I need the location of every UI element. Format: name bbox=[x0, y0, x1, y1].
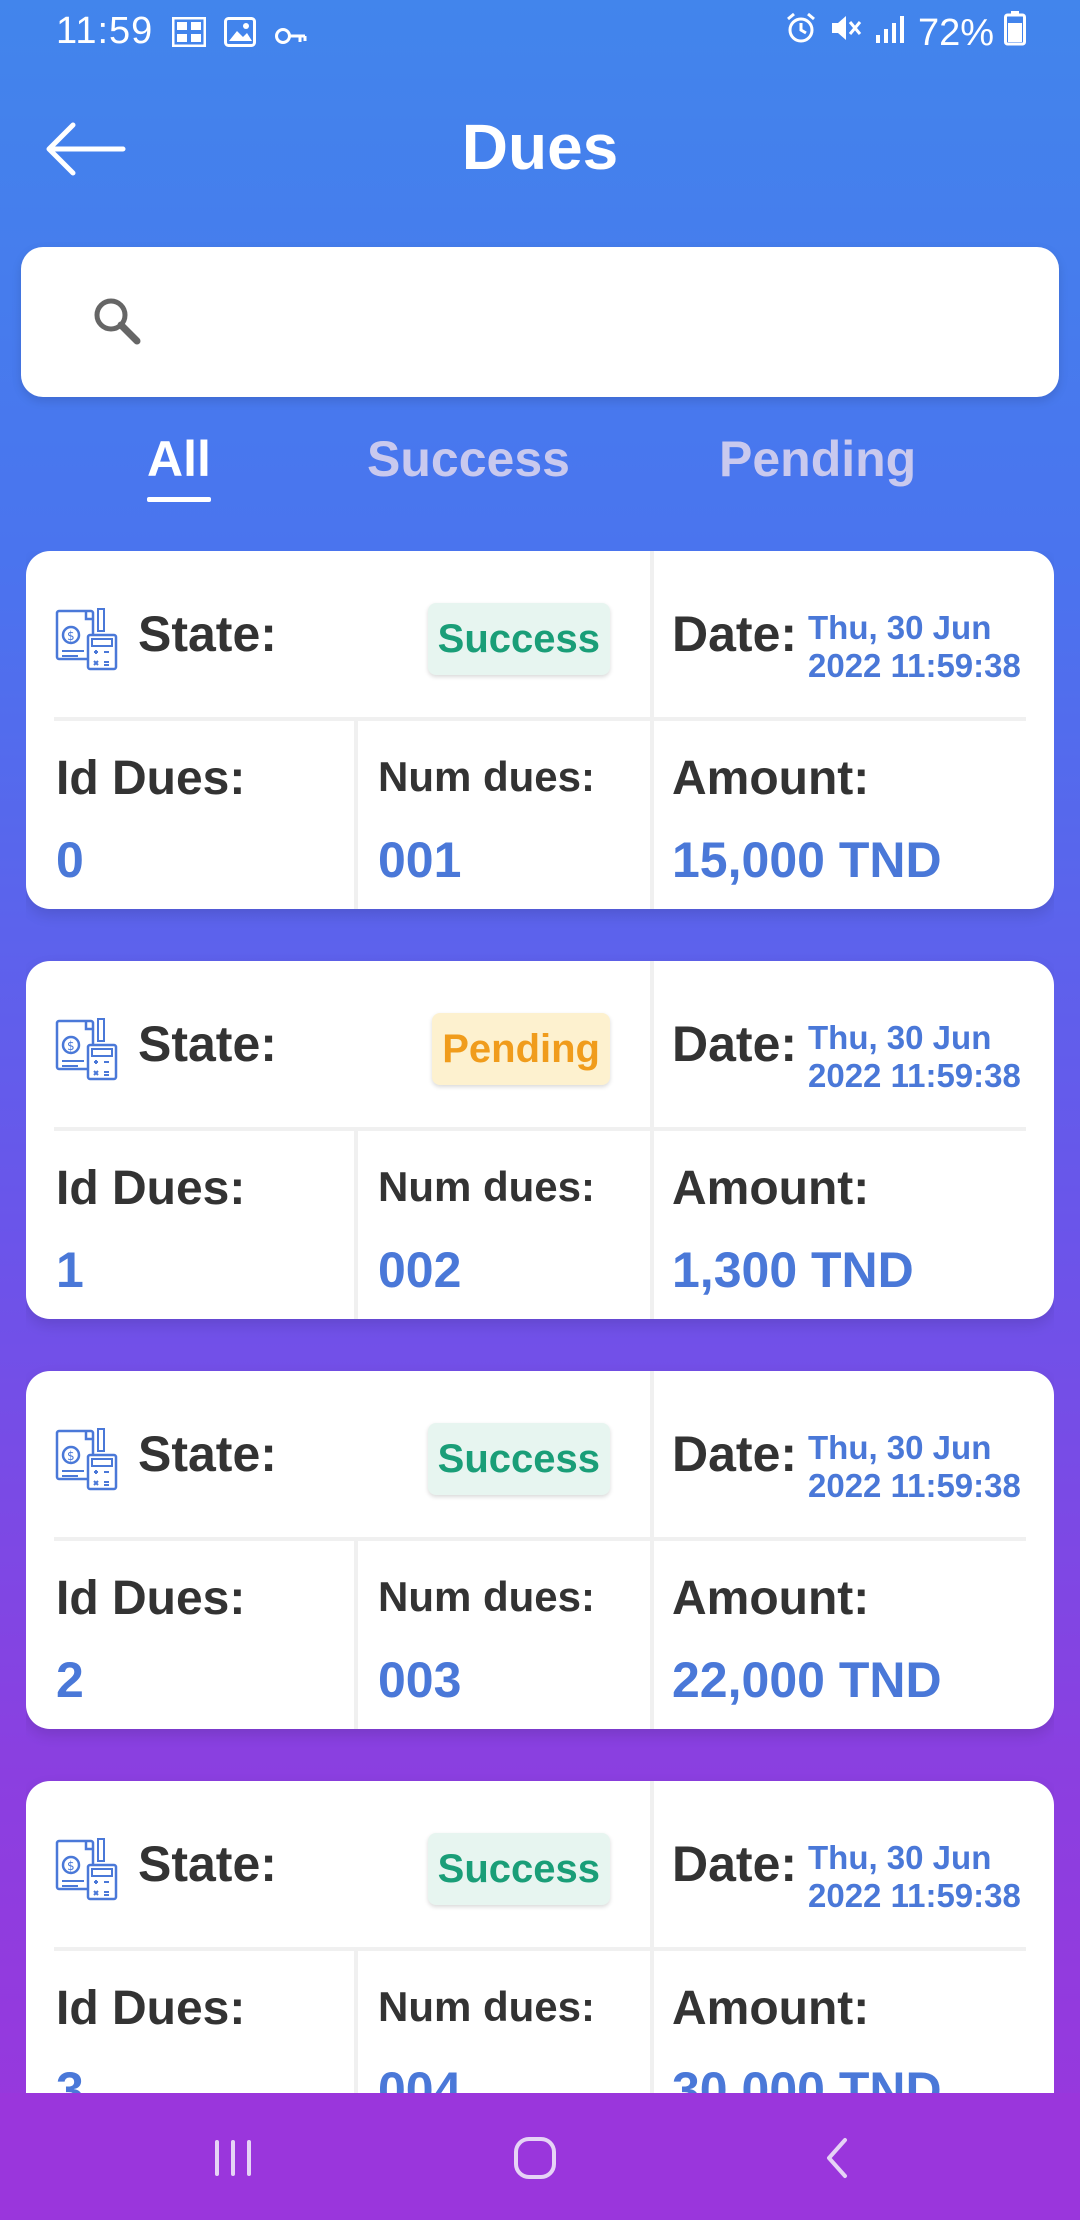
invoice-calculator-icon: $ bbox=[54, 605, 120, 676]
num-dues-label: Num dues: bbox=[378, 753, 596, 800]
date-value: Thu, 30 Jun 2022 11:59:38 bbox=[808, 1429, 1021, 1499]
app-bar: Dues bbox=[0, 92, 1080, 204]
status-time: 11:59 bbox=[56, 10, 154, 52]
key-icon bbox=[274, 14, 308, 57]
id-dues-label: Id Dues: bbox=[56, 752, 246, 805]
tab-all[interactable]: All bbox=[147, 430, 211, 502]
id-dues-value: 0 bbox=[56, 832, 84, 888]
num-dues-value: 002 bbox=[378, 1242, 462, 1298]
card-divider bbox=[354, 1951, 358, 2093]
num-dues-value: 001 bbox=[378, 832, 462, 888]
search-box[interactable] bbox=[21, 247, 1059, 397]
id-dues-value: 3 bbox=[56, 2062, 84, 2093]
date-value: Thu, 30 Jun 2022 11:59:38 bbox=[808, 1839, 1021, 1909]
alarm-icon bbox=[784, 11, 818, 55]
system-nav-bar bbox=[0, 2093, 1080, 2220]
num-dues-value: 003 bbox=[378, 1652, 462, 1708]
amount-label: Amount: bbox=[672, 752, 870, 805]
date-label: Date: bbox=[672, 1016, 798, 1072]
status-badge: Success bbox=[427, 1423, 610, 1495]
tab-pending[interactable]: Pending bbox=[719, 430, 916, 488]
card-divider bbox=[54, 717, 1026, 721]
num-dues-label: Num dues: bbox=[378, 1983, 596, 2030]
tab-success[interactable]: Success bbox=[367, 430, 570, 488]
id-dues-label: Id Dues: bbox=[56, 1572, 246, 1625]
battery-percent: 72% bbox=[917, 11, 994, 54]
id-dues-label: Id Dues: bbox=[56, 1982, 246, 2035]
date-value: Thu, 30 Jun 2022 11:59:38 bbox=[808, 609, 1021, 679]
svg-text:$: $ bbox=[67, 1039, 75, 1053]
svg-text:$: $ bbox=[67, 1449, 75, 1463]
state-label: State: bbox=[138, 1016, 277, 1072]
search-icon bbox=[91, 295, 143, 352]
amount-value: 15,000 TND bbox=[672, 832, 942, 888]
num-dues-label: Num dues: bbox=[378, 1573, 596, 1620]
amount-label: Amount: bbox=[672, 1982, 870, 2035]
status-badge: Pending bbox=[432, 1013, 610, 1085]
num-dues-label: Num dues: bbox=[378, 1163, 596, 1210]
card-divider bbox=[354, 721, 358, 909]
card-divider bbox=[354, 1541, 358, 1729]
date-label: Date: bbox=[672, 1836, 798, 1892]
state-label: State: bbox=[138, 1426, 277, 1482]
card-divider bbox=[54, 1127, 1026, 1131]
card-divider bbox=[54, 1947, 1026, 1951]
due-card[interactable]: $ State: Success Date: Thu, 30 Jun 2022 … bbox=[26, 1781, 1054, 2093]
svg-text:$: $ bbox=[67, 629, 75, 643]
status-badge: Success bbox=[427, 1833, 610, 1905]
status-badge: Success bbox=[427, 603, 610, 675]
amount-value: 30,000 TND bbox=[672, 2062, 942, 2093]
invoice-calculator-icon: $ bbox=[54, 1015, 120, 1086]
home-icon bbox=[514, 2137, 556, 2179]
status-notification-icons bbox=[171, 14, 308, 57]
card-divider bbox=[650, 1371, 654, 1729]
signal-icon bbox=[874, 12, 908, 55]
card-divider bbox=[54, 1537, 1026, 1541]
invoice-calculator-icon: $ bbox=[54, 1835, 120, 1906]
due-card[interactable]: $ State: Success Date: Thu, 30 Jun 2022 … bbox=[26, 1371, 1054, 1729]
id-dues-label: Id Dues: bbox=[56, 1162, 246, 1215]
home-button[interactable] bbox=[490, 2123, 580, 2193]
state-label: State: bbox=[138, 606, 277, 662]
due-card[interactable]: $ State: Success Date: Thu, 30 Jun 2022 … bbox=[26, 551, 1054, 909]
recent-apps-icon bbox=[215, 2140, 251, 2176]
date-label: Date: bbox=[672, 1426, 798, 1482]
amount-label: Amount: bbox=[672, 1162, 870, 1215]
filter-tabs: All Success Pending bbox=[0, 430, 1080, 510]
card-divider bbox=[650, 1781, 654, 2093]
grid-app-icon bbox=[171, 14, 207, 57]
card-divider bbox=[650, 961, 654, 1319]
state-label: State: bbox=[138, 1836, 277, 1892]
card-divider bbox=[354, 1131, 358, 1319]
recent-apps-button[interactable] bbox=[188, 2123, 278, 2193]
amount-value: 1,300 TND bbox=[672, 1242, 914, 1298]
dues-list[interactable]: $ State: Success Date: Thu, 30 Jun 2022 … bbox=[26, 551, 1054, 2093]
id-dues-value: 2 bbox=[56, 1652, 84, 1708]
date-value: Thu, 30 Jun 2022 11:59:38 bbox=[808, 1019, 1021, 1089]
page-title: Dues bbox=[461, 111, 619, 183]
system-back-button[interactable] bbox=[792, 2123, 882, 2193]
amount-value: 22,000 TND bbox=[672, 1652, 942, 1708]
card-divider bbox=[650, 551, 654, 909]
due-card[interactable]: $ State: Pending Date: Thu, 30 Jun 2022 … bbox=[26, 961, 1054, 1319]
mute-icon bbox=[828, 11, 864, 55]
invoice-calculator-icon: $ bbox=[54, 1425, 120, 1496]
battery-icon bbox=[1004, 10, 1026, 56]
chevron-left-icon bbox=[827, 2138, 847, 2178]
search-input[interactable] bbox=[171, 277, 1035, 369]
image-icon bbox=[224, 14, 256, 57]
status-system-icons: 72% bbox=[784, 10, 1026, 56]
id-dues-value: 1 bbox=[56, 1242, 84, 1298]
amount-label: Amount: bbox=[672, 1572, 870, 1625]
status-bar: 11:59 72% bbox=[0, 0, 1080, 66]
num-dues-value: 004 bbox=[378, 2062, 462, 2093]
date-label: Date: bbox=[672, 606, 798, 662]
svg-text:$: $ bbox=[67, 1859, 75, 1873]
